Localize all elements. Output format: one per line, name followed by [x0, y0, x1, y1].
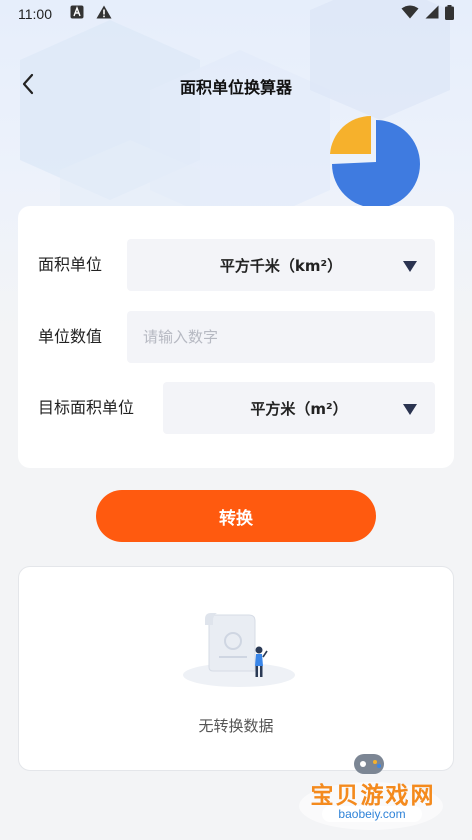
source-unit-value: 平方千米（km²）	[219, 256, 343, 275]
source-unit-select[interactable]: 平方千米（km²）	[127, 239, 435, 291]
pie-chart-illustration	[326, 110, 426, 210]
battery-icon	[445, 4, 454, 24]
amount-row: 单位数值	[18, 311, 454, 363]
target-unit-select[interactable]: 平方米（m²）	[163, 382, 435, 434]
nav-bar: 面积单位换算器	[0, 64, 472, 108]
chevron-left-icon	[21, 73, 35, 99]
wifi-icon	[401, 5, 419, 23]
dropdown-triangle-icon	[403, 401, 417, 415]
result-card: 无转换数据	[18, 566, 454, 771]
warning-icon	[96, 5, 112, 23]
source-unit-row: 面积单位 平方千米（km²）	[18, 239, 454, 291]
convert-button[interactable]: 转换	[96, 490, 376, 542]
a-notification-icon	[70, 5, 84, 23]
target-unit-row: 目标面积单位 平方米（m²）	[18, 382, 454, 434]
empty-state-illustration	[179, 611, 299, 691]
target-unit-label: 目标面积单位	[38, 398, 135, 417]
target-unit-value: 平方米（m²）	[250, 399, 348, 418]
page-title: 面积单位换算器	[179, 78, 292, 97]
conversion-form-card: 面积单位 平方千米（km²） 单位数值 目标面积单位 平方米（m²）	[18, 206, 454, 468]
empty-state-text: 无转换数据	[198, 717, 274, 735]
status-time: 11:00	[18, 6, 52, 22]
watermark-text: 宝贝游戏网	[310, 783, 436, 809]
back-button[interactable]	[14, 72, 42, 100]
signal-icon	[425, 5, 439, 23]
amount-input[interactable]	[127, 311, 435, 363]
source-unit-label: 面积单位	[38, 255, 103, 274]
watermark-url: baobeiy.com	[322, 806, 422, 822]
dropdown-triangle-icon	[403, 258, 417, 272]
status-bar: 11:00	[0, 0, 472, 28]
watermark-logo: 宝贝游戏网 baobeiy.com	[296, 748, 446, 832]
amount-label: 单位数值	[38, 327, 103, 346]
